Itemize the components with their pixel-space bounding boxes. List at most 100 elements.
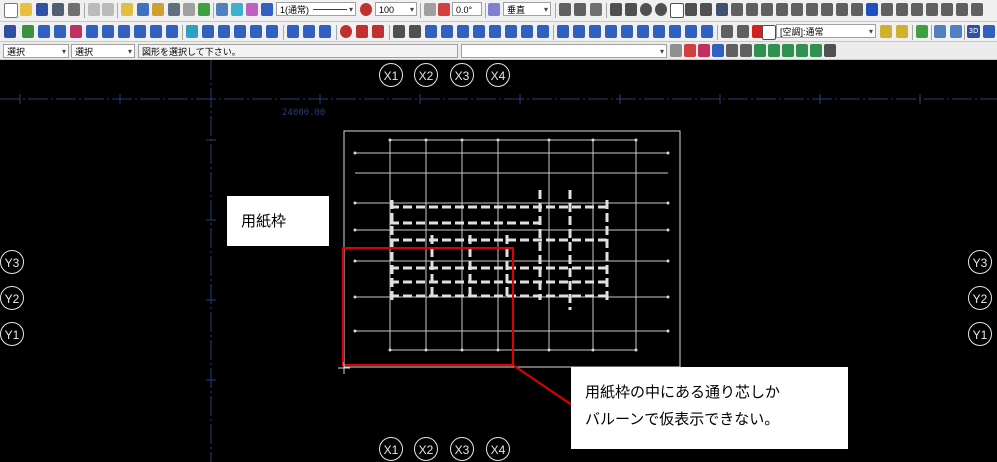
reducer-icon[interactable] bbox=[86, 25, 98, 38]
spline-icon[interactable] bbox=[685, 3, 697, 16]
new-file-icon[interactable] bbox=[4, 3, 18, 18]
mirror-icon[interactable] bbox=[836, 3, 848, 16]
pipe-icon[interactable] bbox=[38, 25, 50, 38]
grid-balloon-x1-bottom[interactable]: X1 bbox=[379, 437, 403, 461]
properties-icon[interactable] bbox=[261, 3, 273, 16]
window-frame-icon[interactable] bbox=[669, 25, 681, 38]
leader-icon[interactable] bbox=[425, 25, 437, 38]
snap-off-icon[interactable] bbox=[824, 44, 836, 57]
snap-grid-icon[interactable] bbox=[754, 44, 766, 57]
grid-balloon-x1-top[interactable]: X1 bbox=[379, 63, 403, 87]
axis-icon[interactable] bbox=[573, 25, 585, 38]
window-icon[interactable] bbox=[216, 3, 228, 16]
offset-icon[interactable] bbox=[806, 3, 818, 16]
rectangle-icon[interactable] bbox=[670, 3, 684, 18]
mode-select-1[interactable]: 選択 ▾ bbox=[3, 44, 69, 58]
room-icon[interactable] bbox=[685, 25, 697, 38]
check-icon[interactable] bbox=[356, 25, 368, 38]
snap-tangent-icon[interactable] bbox=[796, 44, 808, 57]
balloon-icon[interactable] bbox=[537, 25, 549, 38]
ellipse-icon[interactable] bbox=[655, 3, 667, 16]
stair-icon[interactable] bbox=[701, 25, 713, 38]
column-icon[interactable] bbox=[605, 25, 617, 38]
render-icon[interactable] bbox=[983, 25, 995, 38]
slab-icon[interactable] bbox=[637, 25, 649, 38]
fitting-icon[interactable] bbox=[22, 25, 34, 38]
layer-select[interactable]: [空調]:通常 ▾ bbox=[776, 24, 876, 38]
mic-icon[interactable] bbox=[670, 44, 682, 57]
line-style-select[interactable]: 1(通常) ▾ bbox=[276, 2, 356, 16]
auto-route-icon[interactable] bbox=[287, 25, 299, 38]
layer-icon[interactable] bbox=[246, 3, 258, 16]
grid-balloon-y1-left[interactable]: Y1 bbox=[0, 322, 24, 346]
info-icon[interactable] bbox=[950, 25, 962, 38]
zoom-icon[interactable] bbox=[198, 3, 210, 16]
grid-balloon-y1-right[interactable]: Y1 bbox=[968, 322, 992, 346]
break-icon[interactable] bbox=[941, 3, 953, 16]
shape-icon[interactable] bbox=[776, 3, 788, 16]
measure-icon[interactable] bbox=[590, 3, 602, 16]
snap-quad-icon[interactable] bbox=[810, 44, 822, 57]
3d-view-button[interactable]: 3D bbox=[967, 25, 980, 38]
stretch-icon[interactable] bbox=[896, 3, 908, 16]
undo-icon[interactable] bbox=[88, 3, 100, 16]
door-icon[interactable] bbox=[653, 25, 665, 38]
curve-icon[interactable] bbox=[574, 3, 586, 16]
grid-balloon-y3-right[interactable]: Y3 bbox=[968, 250, 992, 274]
layer-frame-icon[interactable] bbox=[762, 25, 776, 40]
grid-icon[interactable] bbox=[557, 25, 569, 38]
snap-point-icon[interactable] bbox=[684, 44, 696, 57]
direction-icon[interactable] bbox=[488, 3, 500, 16]
help-icon[interactable] bbox=[934, 25, 946, 38]
pencil-icon[interactable] bbox=[168, 3, 180, 16]
dimension-icon[interactable] bbox=[393, 25, 405, 38]
beam-icon[interactable] bbox=[621, 25, 633, 38]
copy-icon[interactable] bbox=[866, 3, 878, 16]
branch-icon[interactable] bbox=[102, 25, 114, 38]
redo-icon[interactable] bbox=[102, 3, 114, 16]
view-icon[interactable] bbox=[737, 25, 749, 38]
chamfer-icon[interactable] bbox=[926, 3, 938, 16]
label-icon[interactable] bbox=[457, 25, 469, 38]
section-icon[interactable] bbox=[218, 25, 230, 38]
note-icon[interactable] bbox=[505, 25, 517, 38]
snap-center-icon[interactable] bbox=[726, 44, 738, 57]
edit-icon[interactable] bbox=[821, 3, 833, 16]
tee-icon[interactable] bbox=[70, 25, 82, 38]
drop-icon[interactable] bbox=[250, 25, 262, 38]
grid-balloon-x4-bottom[interactable]: X4 bbox=[486, 437, 510, 461]
frame-icon[interactable] bbox=[183, 3, 195, 16]
angle-input[interactable]: 0.0° bbox=[452, 2, 482, 16]
grid-balloon-y2-left[interactable]: Y2 bbox=[0, 286, 24, 310]
tag-icon[interactable] bbox=[473, 25, 485, 38]
line-icon[interactable] bbox=[610, 3, 622, 16]
snap-near-icon[interactable] bbox=[768, 44, 780, 57]
command-input[interactable]: ▾ bbox=[461, 44, 667, 58]
route-edit-icon[interactable] bbox=[303, 25, 315, 38]
arc-icon[interactable] bbox=[559, 3, 571, 16]
percent-select[interactable]: 100 ▾ bbox=[375, 2, 417, 16]
mode-select-2[interactable]: 選択 ▾ bbox=[71, 44, 135, 58]
angle-icon[interactable] bbox=[424, 3, 436, 16]
interference-icon[interactable] bbox=[372, 25, 384, 38]
pattern-icon[interactable] bbox=[731, 3, 743, 16]
print-icon[interactable] bbox=[52, 3, 64, 16]
open-template-icon[interactable] bbox=[121, 3, 133, 16]
fill-icon[interactable] bbox=[791, 3, 803, 16]
connect-icon[interactable] bbox=[118, 25, 130, 38]
layer-display-icon[interactable] bbox=[896, 25, 908, 38]
extend-icon[interactable] bbox=[911, 3, 923, 16]
join-icon[interactable] bbox=[956, 3, 968, 16]
snap-icon[interactable] bbox=[231, 3, 243, 16]
rotate-icon[interactable] bbox=[438, 3, 450, 16]
table-icon[interactable] bbox=[137, 3, 149, 16]
flow-icon[interactable] bbox=[166, 25, 178, 38]
grid-balloon-y2-right[interactable]: Y2 bbox=[968, 286, 992, 310]
color-icon[interactable] bbox=[360, 3, 372, 16]
grid-balloon-x4-top[interactable]: X4 bbox=[486, 63, 510, 87]
grid-balloon-x3-bottom[interactable]: X3 bbox=[450, 437, 474, 461]
direction-select[interactable]: 垂直 ▾ bbox=[503, 2, 551, 16]
target-icon[interactable] bbox=[340, 25, 352, 38]
crosshair-icon[interactable] bbox=[971, 3, 983, 16]
lightbulb-icon[interactable] bbox=[880, 25, 892, 38]
